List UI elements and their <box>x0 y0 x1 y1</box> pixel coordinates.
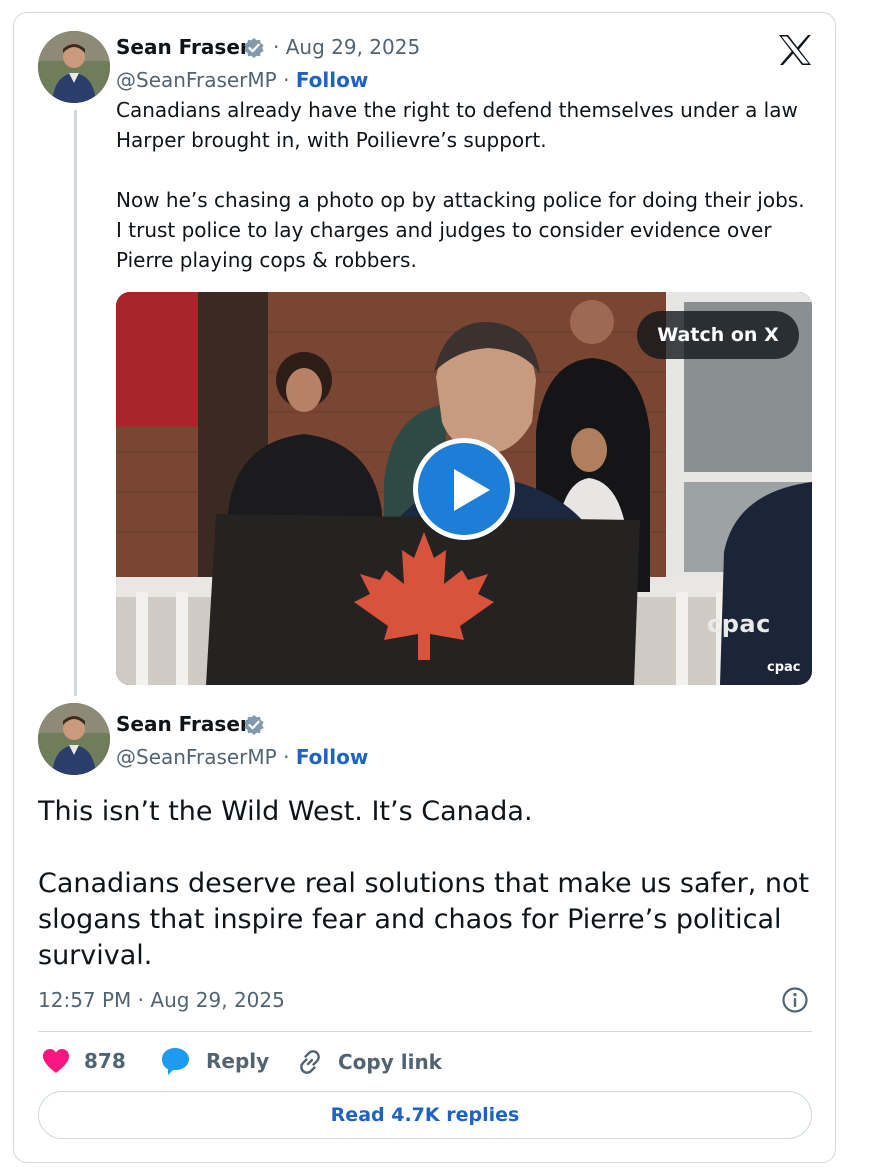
read-replies-button[interactable]: Read 4.7K replies <box>38 1091 812 1139</box>
handle-separator: · <box>283 68 290 92</box>
author-handle-row: @SeanFraserMP · Follow <box>116 68 368 92</box>
tweet-date[interactable]: · Aug 29, 2025 <box>273 35 420 59</box>
tweet1-paragraph: Now he’s chasing a photo op by attacking… <box>116 188 805 272</box>
info-icon[interactable] <box>781 986 809 1014</box>
tweet-timestamp[interactable]: 12:57 PM · Aug 29, 2025 <box>38 988 285 1012</box>
follow-button[interactable]: Follow <box>296 745 369 769</box>
verified-badge-icon <box>244 38 264 58</box>
tweet2-paragraph: Canadians deserve real solutions that ma… <box>38 868 810 971</box>
play-button[interactable] <box>413 438 515 540</box>
copy-link-button[interactable]: Copy link <box>296 1048 442 1076</box>
author-name[interactable]: Sean Fraser <box>116 35 250 59</box>
author-handle-row: @SeanFraserMP · Follow <box>116 745 368 769</box>
verified-badge-icon <box>244 715 264 735</box>
tweet1-text: Canadians already have the right to defe… <box>116 95 816 275</box>
reply-label: Reply <box>206 1049 270 1073</box>
author-handle[interactable]: @SeanFraserMP <box>116 68 277 92</box>
like-button[interactable]: 878 <box>42 1048 126 1074</box>
author-handle[interactable]: @SeanFraserMP <box>116 745 277 769</box>
author-avatar[interactable] <box>38 31 110 103</box>
x-logo-icon[interactable] <box>778 34 812 66</box>
reply-button[interactable]: Reply <box>160 1046 269 1076</box>
heart-icon <box>43 1049 69 1073</box>
copy-link-label: Copy link <box>338 1050 442 1074</box>
tweet2-text: This isn’t the Wild West. It’s Canada. C… <box>38 794 818 974</box>
thread-connector-line <box>74 110 77 696</box>
cpac-corner-logo: cpac <box>767 660 801 675</box>
tweet2-paragraph: This isn’t the Wild West. It’s Canada. <box>38 796 533 827</box>
play-icon <box>454 469 490 511</box>
date-separator: · <box>273 35 280 59</box>
cpac-watermark: cpac <box>707 610 771 638</box>
follow-button[interactable]: Follow <box>296 68 369 92</box>
actions-divider <box>38 1031 812 1032</box>
reply-bubble-icon <box>162 1048 189 1075</box>
link-icon <box>300 1050 320 1074</box>
date-text: Aug 29, 2025 <box>285 35 421 59</box>
avatar-photo <box>38 703 110 775</box>
watch-on-x-button[interactable]: Watch on X <box>637 311 799 359</box>
avatar-photo <box>38 31 110 103</box>
author-avatar[interactable] <box>38 703 110 775</box>
like-count: 878 <box>84 1049 126 1073</box>
tweet1-paragraph: Canadians already have the right to defe… <box>116 98 798 152</box>
handle-separator: · <box>283 745 290 769</box>
author-name[interactable]: Sean Fraser <box>116 712 250 736</box>
